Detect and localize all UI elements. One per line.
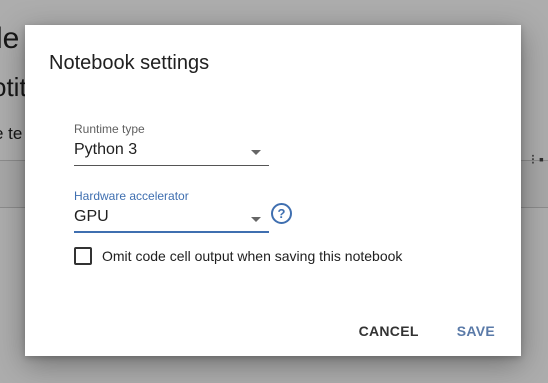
hardware-accelerator-field: Hardware accelerator GPU [74, 188, 269, 233]
dialog-actions: CANCEL SAVE [359, 323, 495, 339]
dropdown-arrow-icon [251, 217, 261, 222]
save-button[interactable]: SAVE [457, 323, 495, 339]
help-circle-icon[interactable]: ? [271, 203, 292, 224]
dialog-title: Notebook settings [49, 52, 210, 74]
dropdown-arrow-icon [251, 150, 261, 155]
omit-output-option[interactable]: Omit code cell output when saving this n… [74, 246, 402, 266]
omit-output-label: Omit code cell output when saving this n… [102, 248, 403, 264]
hardware-accelerator-select[interactable]: GPU [74, 204, 269, 233]
notebook-settings-dialog: Notebook settings Runtime type Python 3 … [25, 25, 521, 356]
runtime-type-value: Python 3 [74, 141, 138, 158]
hardware-accelerator-value: GPU [74, 208, 109, 225]
runtime-type-field: Runtime type Python 3 [74, 121, 269, 166]
hardware-accelerator-label: Hardware accelerator [74, 189, 189, 203]
runtime-type-select[interactable]: Python 3 [74, 137, 269, 166]
omit-output-checkbox[interactable] [74, 247, 92, 265]
runtime-type-label: Runtime type [74, 122, 145, 136]
cancel-button[interactable]: CANCEL [359, 323, 419, 339]
